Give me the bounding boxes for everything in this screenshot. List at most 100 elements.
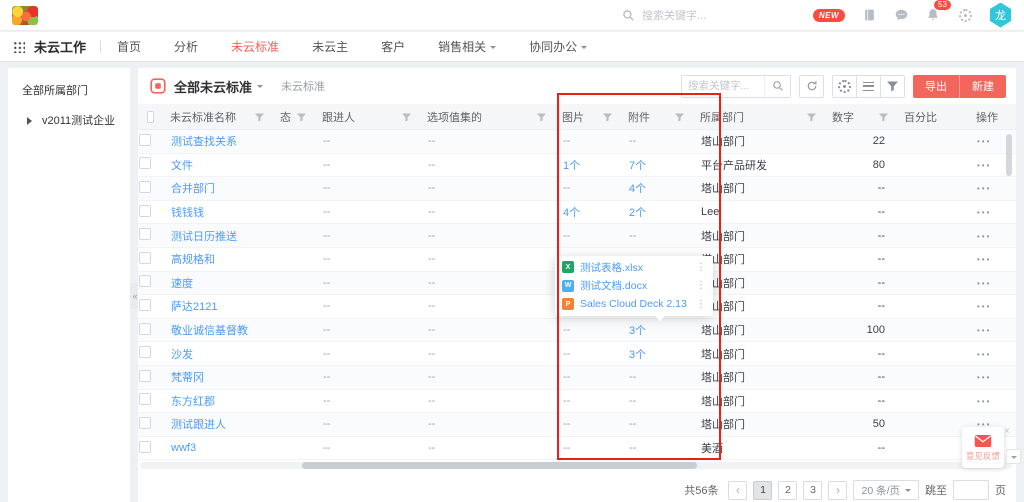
row-more-actions-icon[interactable] [977, 371, 991, 383]
record-name-link[interactable]: 速度 [171, 278, 193, 290]
column-header[interactable]: 操作 [976, 104, 1016, 130]
record-name-link[interactable]: 合并部门 [171, 183, 215, 195]
cell-attachments[interactable]: -- [628, 395, 700, 407]
attachment-item[interactable]: P Sales Cloud Deck 2.13 with s... [555, 295, 713, 314]
row-checkbox[interactable] [139, 299, 151, 311]
column-header[interactable]: 未云标准名称 [170, 104, 280, 130]
hscroll-thumb[interactable] [302, 462, 697, 469]
page-number-button[interactable]: 2 [778, 481, 797, 500]
row-checkbox[interactable] [139, 417, 151, 429]
filter-icon[interactable] [537, 113, 546, 122]
row-checkbox[interactable] [139, 323, 151, 335]
row-checkbox[interactable] [139, 252, 151, 264]
row-checkbox[interactable] [139, 181, 151, 193]
attachment-menu-icon[interactable] [696, 299, 706, 310]
row-checkbox[interactable] [139, 393, 151, 405]
messages-icon[interactable] [893, 7, 909, 23]
page-number-button[interactable]: 1 [753, 481, 772, 500]
nav-item[interactable]: 销售相关 [438, 38, 496, 55]
column-header[interactable]: 百分比 [904, 104, 976, 130]
filter-icon[interactable] [807, 113, 816, 122]
feedback-close-icon[interactable] [1004, 426, 1010, 437]
user-avatar[interactable]: 龙 [989, 3, 1012, 28]
table-row[interactable]: 东方红郡 -- -- -- -- 塔山部门 -- [138, 390, 1016, 414]
attachment-item[interactable]: W 测试文档.docx [555, 277, 713, 296]
record-name-link[interactable]: 高规格和 [171, 254, 215, 266]
row-more-actions-icon[interactable] [977, 206, 991, 218]
row-more-actions-icon[interactable] [977, 300, 991, 312]
cell-pictures[interactable]: -- [562, 324, 628, 336]
cell-attachments[interactable]: 7个 [628, 157, 700, 173]
row-more-actions-icon[interactable] [977, 395, 991, 407]
column-header[interactable]: 所属部门 [700, 104, 832, 130]
refresh-button[interactable] [799, 75, 824, 98]
cell-pictures[interactable]: -- [562, 418, 628, 430]
table-row[interactable]: 梵蒂冈 -- -- -- -- 塔山部门 -- [138, 366, 1016, 390]
view-title[interactable]: 全部未云标准 [174, 77, 252, 96]
row-density-button[interactable] [856, 75, 881, 98]
company-logo[interactable] [12, 6, 38, 25]
feedback-widget[interactable]: 意见反馈 [962, 427, 1004, 468]
table-row[interactable]: 测试日历推送 -- -- -- -- 塔山部门 -- [138, 224, 1016, 248]
attachment-name-link[interactable]: 测试文档.docx [580, 278, 690, 293]
table-row[interactable]: 沙发 -- -- -- 3个 塔山部门 -- [138, 342, 1016, 366]
cell-pictures[interactable]: 4个 [562, 204, 628, 220]
row-checkbox[interactable] [139, 370, 151, 382]
row-checkbox[interactable] [139, 346, 151, 358]
row-more-actions-icon[interactable] [977, 324, 991, 336]
global-search[interactable] [622, 0, 762, 31]
cell-attachments[interactable]: -- [628, 230, 700, 242]
vertical-scrollbar[interactable] [1006, 132, 1012, 462]
column-header[interactable]: 跟进人 [322, 104, 427, 130]
column-settings-button[interactable] [832, 75, 857, 98]
nav-item[interactable]: 未云主 [312, 38, 348, 55]
cell-pictures[interactable]: -- [562, 442, 628, 454]
global-search-input[interactable] [642, 10, 762, 22]
cell-attachments[interactable]: -- [628, 418, 700, 430]
row-checkbox[interactable] [139, 441, 151, 453]
row-checkbox[interactable] [139, 134, 151, 146]
feedback-collapse-button[interactable] [1006, 449, 1021, 464]
column-header[interactable]: 数字 [832, 104, 904, 130]
row-more-actions-icon[interactable] [977, 182, 991, 194]
notebook-icon[interactable] [861, 7, 877, 23]
row-more-actions-icon[interactable] [977, 277, 991, 289]
cell-pictures[interactable]: -- [562, 395, 628, 407]
nav-item[interactable]: 未云标准 [231, 38, 279, 55]
horizontal-scrollbar[interactable] [140, 462, 1012, 469]
row-more-actions-icon[interactable] [977, 348, 991, 360]
nav-item[interactable]: 客户 [381, 38, 405, 55]
list-search-input[interactable] [682, 76, 764, 97]
attachment-menu-icon[interactable] [696, 262, 706, 273]
column-header[interactable]: 附件 [628, 104, 700, 130]
record-name-link[interactable]: 测试日历推送 [171, 231, 237, 243]
app-grid-icon[interactable] [13, 41, 25, 53]
cell-attachments[interactable]: 4个 [628, 180, 700, 196]
attachment-name-link[interactable]: Sales Cloud Deck 2.13 with s... [580, 298, 690, 310]
record-name-link[interactable]: 测试查找关系 [171, 136, 237, 148]
settings-gear-icon[interactable] [957, 7, 973, 23]
record-name-link[interactable]: 沙发 [171, 349, 193, 361]
page-number-button[interactable]: 3 [803, 481, 822, 500]
record-name-link[interactable]: 钱钱钱 [171, 207, 204, 219]
record-name-link[interactable]: wwf3 [171, 442, 196, 454]
jump-page-input[interactable] [953, 480, 989, 500]
nav-item[interactable]: 分析 [174, 38, 198, 55]
next-page-button[interactable]: › [828, 481, 847, 500]
row-more-actions-icon[interactable] [977, 135, 991, 147]
attachment-menu-icon[interactable] [696, 280, 706, 291]
row-more-actions-icon[interactable] [977, 253, 991, 265]
new-badge[interactable]: NEW [813, 9, 845, 22]
cell-attachments[interactable]: 3个 [628, 346, 700, 362]
record-name-link[interactable]: 萨达2121 [171, 301, 217, 313]
nav-item[interactable]: 协同办公 [529, 38, 587, 55]
cell-pictures[interactable]: -- [562, 182, 628, 194]
cell-attachments[interactable]: 2个 [628, 204, 700, 220]
row-checkbox[interactable] [139, 275, 151, 287]
table-row[interactable]: 敬业诚信基督教 -- -- -- 3个 塔山部门 100 [138, 319, 1016, 343]
notifications-bell-icon[interactable]: 53 [925, 7, 941, 23]
row-checkbox[interactable] [139, 228, 151, 240]
cell-attachments[interactable]: -- [628, 371, 700, 383]
cell-pictures[interactable]: -- [562, 348, 628, 360]
vscroll-thumb[interactable] [1006, 134, 1012, 176]
